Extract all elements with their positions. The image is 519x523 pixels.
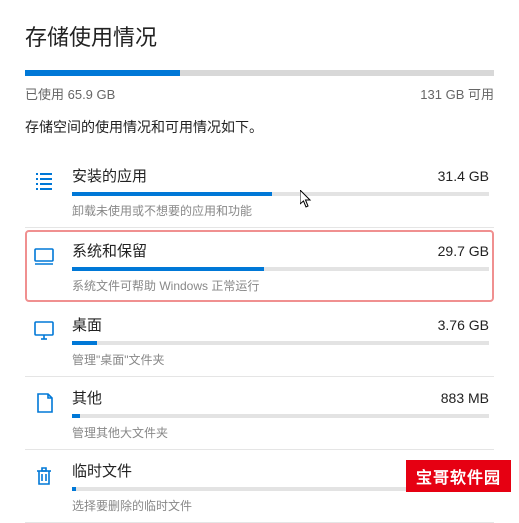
category-bar-fill <box>72 487 76 491</box>
usage-summary: 已使用 65.9 GB 131 GB 可用 <box>25 84 494 103</box>
category-desc: 管理"桌面"文件夹 <box>72 351 489 368</box>
watermark-badge: 宝哥软件园 <box>406 460 511 492</box>
used-label: 已使用 65.9 GB <box>25 84 115 103</box>
category-title: 桌面 <box>72 314 102 335</box>
other-icon <box>30 389 58 417</box>
category-title: 临时文件 <box>72 460 132 481</box>
category-desc: 管理其他大文件夹 <box>72 424 489 441</box>
category-bar-fill <box>72 267 264 271</box>
category-item-apps[interactable]: 安装的应用 31.4 GB 卸载未使用或不想要的应用和功能 <box>25 155 494 228</box>
category-bar-fill <box>72 414 80 418</box>
apps-icon <box>30 167 58 195</box>
category-bar-fill <box>72 192 272 196</box>
category-item-other[interactable]: 其他 883 MB 管理其他大文件夹 <box>25 377 494 450</box>
category-bar <box>72 267 489 271</box>
category-desc: 卸载未使用或不想要的应用和功能 <box>72 202 489 219</box>
total-storage-bar <box>25 70 494 76</box>
free-label: 131 GB 可用 <box>420 84 494 103</box>
category-item-system[interactable]: 系统和保留 29.7 GB 系统文件可帮助 Windows 正常运行 <box>25 230 494 302</box>
usage-description: 存储空间的使用情况和可用情况如下。 <box>25 117 494 137</box>
category-size: 31.4 GB <box>438 168 489 184</box>
category-size: 29.7 GB <box>438 243 489 259</box>
category-bar <box>72 414 489 418</box>
category-size: 883 MB <box>441 390 489 406</box>
category-title: 系统和保留 <box>72 240 147 261</box>
category-bar <box>72 192 489 196</box>
category-size: 3.76 GB <box>438 317 489 333</box>
desktop-icon <box>30 316 58 344</box>
category-title: 安装的应用 <box>72 165 147 186</box>
category-item-desktop[interactable]: 桌面 3.76 GB 管理"桌面"文件夹 <box>25 304 494 377</box>
page-title: 存储使用情况 <box>25 20 494 52</box>
category-bar-fill <box>72 341 97 345</box>
category-desc: 系统文件可帮助 Windows 正常运行 <box>72 277 489 294</box>
category-title: 其他 <box>72 387 102 408</box>
temp-icon <box>30 462 58 490</box>
system-icon <box>30 242 58 270</box>
category-bar <box>72 341 489 345</box>
total-storage-bar-fill <box>25 70 180 76</box>
